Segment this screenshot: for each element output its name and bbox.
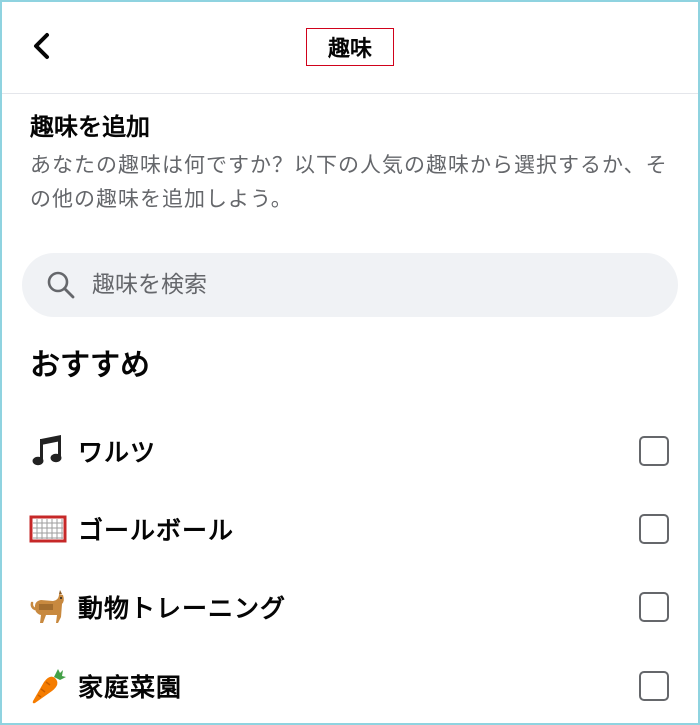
list-item-home-gardening[interactable]: 家庭菜園	[22, 658, 678, 714]
list-item-animal-training[interactable]: 動物トレーニング	[22, 579, 678, 635]
music-note-icon	[28, 431, 68, 471]
carrot-icon	[28, 666, 68, 706]
search-input[interactable]	[90, 271, 654, 299]
list-item-goalball[interactable]: ゴールボール	[22, 501, 678, 557]
back-button[interactable]	[22, 26, 62, 66]
chevron-left-icon	[34, 33, 49, 59]
section-title: 趣味を追加	[30, 113, 150, 141]
item-label: ワルツ	[78, 438, 157, 467]
item-checkbox[interactable]	[639, 514, 669, 544]
search-icon	[47, 271, 75, 299]
list-item-waltz[interactable]: ワルツ	[22, 423, 678, 479]
item-checkbox[interactable]	[639, 436, 669, 466]
item-label: 家庭菜園	[78, 673, 183, 702]
recommendations-title: おすすめ	[30, 348, 150, 383]
item-label: 動物トレーニング	[78, 594, 287, 623]
dog-icon	[28, 587, 68, 627]
header-bar: 趣味	[0, 0, 700, 94]
item-label: ゴールボール	[78, 516, 235, 545]
item-checkbox[interactable]	[639, 671, 669, 701]
page-title: 趣味	[306, 28, 394, 66]
section-description: あなたの趣味は何ですか？以下の人気の趣味から選択するか、その他の趣味を追加しよう…	[30, 153, 668, 211]
search-bar[interactable]	[22, 253, 678, 317]
goal-net-icon	[28, 509, 68, 549]
item-checkbox[interactable]	[639, 592, 669, 622]
